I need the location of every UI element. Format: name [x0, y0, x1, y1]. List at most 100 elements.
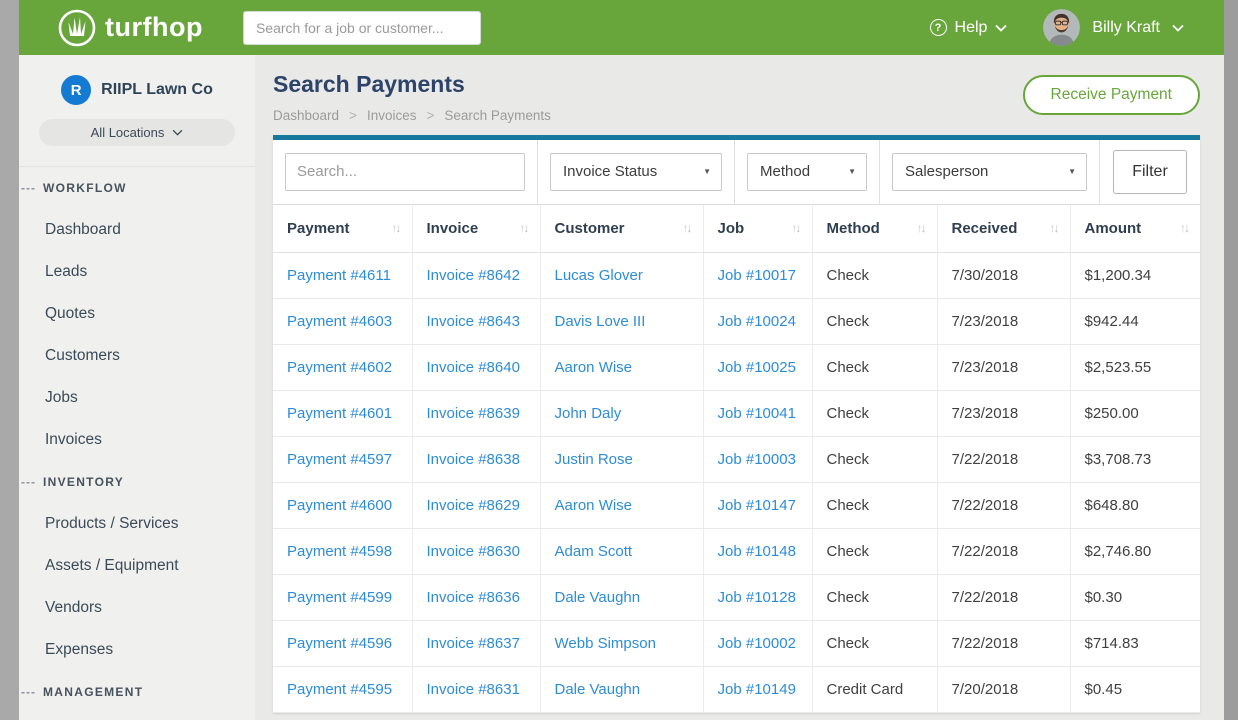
customer-link[interactable]: Lucas Glover: [555, 267, 643, 284]
sidebar-item-assets-equipment[interactable]: Assets / Equipment: [19, 545, 255, 587]
job-link[interactable]: Job #10149: [718, 681, 796, 698]
breadcrumb-item-dashboard[interactable]: Dashboard: [273, 108, 339, 123]
received-cell: 7/22/2018: [937, 621, 1070, 667]
customer-link[interactable]: Davis Love III: [555, 313, 646, 330]
sort-down-arrow-icon: ↓: [1054, 221, 1058, 235]
invoice-link[interactable]: Invoice #8640: [427, 359, 520, 376]
sort-icon[interactable]: ↑↓: [1180, 221, 1188, 235]
sort-down-arrow-icon: ↓: [396, 221, 400, 235]
filter-button[interactable]: Filter: [1113, 150, 1187, 194]
job-link[interactable]: Job #10002: [718, 635, 796, 652]
sort-icon[interactable]: ↑↓: [520, 221, 528, 235]
sort-icon[interactable]: ↑↓: [917, 221, 925, 235]
sort-icon[interactable]: ↑↓: [392, 221, 400, 235]
invoice-link[interactable]: Invoice #8631: [427, 681, 520, 698]
payment-cell: Payment #4602: [273, 345, 412, 391]
invoice-link[interactable]: Invoice #8629: [427, 497, 520, 514]
sidebar-section-management: ---MANAGEMENT: [19, 671, 255, 713]
invoice-status-select[interactable]: Invoice Status ▼: [550, 153, 722, 191]
sort-down-arrow-icon: ↓: [921, 221, 925, 235]
amount-cell: $0.30: [1070, 575, 1200, 621]
job-link[interactable]: Job #10148: [718, 543, 796, 560]
invoice-link[interactable]: Invoice #8639: [427, 405, 520, 422]
payment-link[interactable]: Payment #4595: [287, 681, 392, 698]
payment-link[interactable]: Payment #4598: [287, 543, 392, 560]
customer-link[interactable]: Aaron Wise: [555, 497, 633, 514]
customer-link[interactable]: John Daly: [555, 405, 622, 422]
sidebar-item-invoices[interactable]: Invoices: [19, 419, 255, 461]
user-menu[interactable]: Billy Kraft: [1043, 9, 1184, 46]
job-cell: Job #10128: [703, 575, 812, 621]
company-row: R RIIPL Lawn Co: [19, 75, 255, 105]
sidebar-item-vendors[interactable]: Vendors: [19, 587, 255, 629]
invoice-link[interactable]: Invoice #8638: [427, 451, 520, 468]
salesperson-select[interactable]: Salesperson ▼: [892, 153, 1087, 191]
table-search-input[interactable]: [285, 153, 525, 191]
help-menu[interactable]: ? Help: [930, 19, 1008, 37]
page-title: Search Payments: [273, 71, 1023, 99]
sidebar-item-dashboard[interactable]: Dashboard: [19, 209, 255, 251]
received-cell: 7/22/2018: [937, 529, 1070, 575]
job-link[interactable]: Job #10017: [718, 267, 796, 284]
customer-link[interactable]: Webb Simpson: [555, 635, 656, 652]
customer-link[interactable]: Aaron Wise: [555, 359, 633, 376]
chevron-down-icon: [995, 24, 1007, 32]
job-cell: Job #10041: [703, 391, 812, 437]
job-link[interactable]: Job #10024: [718, 313, 796, 330]
job-cell: Job #10148: [703, 529, 812, 575]
job-cell: Job #10149: [703, 667, 812, 713]
payment-link[interactable]: Payment #4596: [287, 635, 392, 652]
sort-icon[interactable]: ↑↓: [792, 221, 800, 235]
receive-payment-button[interactable]: Receive Payment: [1023, 75, 1200, 115]
sidebar-item-leads[interactable]: Leads: [19, 251, 255, 293]
company-logo-icon: R: [61, 75, 91, 105]
method-select[interactable]: Method ▼: [747, 153, 867, 191]
breadcrumb-item-invoices[interactable]: Invoices: [367, 108, 417, 123]
sidebar-item-jobs[interactable]: Jobs: [19, 377, 255, 419]
sort-icon[interactable]: ↑↓: [683, 221, 691, 235]
global-search-input[interactable]: [243, 11, 481, 45]
customer-cell: Davis Love III: [540, 299, 703, 345]
table-row: Payment #4598 Invoice #8630 Adam Scott Job …: [273, 529, 1200, 575]
brand-logo[interactable]: turfhop: [57, 8, 203, 48]
invoice-link[interactable]: Invoice #8642: [427, 267, 520, 284]
customer-link[interactable]: Dale Vaughn: [555, 589, 641, 606]
job-link[interactable]: Job #10025: [718, 359, 796, 376]
table-row: Payment #4596 Invoice #8637 Webb Simpson Jo…: [273, 621, 1200, 667]
invoice-link[interactable]: Invoice #8636: [427, 589, 520, 606]
filter-method-cell: Method ▼: [735, 140, 880, 204]
payments-card: Invoice Status ▼ Method ▼: [273, 135, 1200, 714]
sort-icon[interactable]: ↑↓: [1050, 221, 1058, 235]
customer-link[interactable]: Justin Rose: [555, 451, 633, 468]
invoice-cell: Invoice #8629: [412, 483, 540, 529]
invoice-link[interactable]: Invoice #8637: [427, 635, 520, 652]
table-row: Payment #4595 Invoice #8631 Dale Vaughn Job…: [273, 667, 1200, 713]
payment-link[interactable]: Payment #4601: [287, 405, 392, 422]
column-header-job: Job↑↓: [703, 205, 812, 253]
customer-cell: John Daly: [540, 391, 703, 437]
location-selector[interactable]: All Locations: [39, 119, 235, 146]
invoice-link[interactable]: Invoice #8630: [427, 543, 520, 560]
amount-cell: $2,746.80: [1070, 529, 1200, 575]
payment-link[interactable]: Payment #4599: [287, 589, 392, 606]
invoice-link[interactable]: Invoice #8643: [427, 313, 520, 330]
payment-link[interactable]: Payment #4603: [287, 313, 392, 330]
sidebar-item-quotes[interactable]: Quotes: [19, 293, 255, 335]
sidebar-item-customers[interactable]: Customers: [19, 335, 255, 377]
job-link[interactable]: Job #10003: [718, 451, 796, 468]
sidebar-item-products-services[interactable]: Products / Services: [19, 503, 255, 545]
method-cell: Check: [812, 437, 937, 483]
job-link[interactable]: Job #10128: [718, 589, 796, 606]
job-cell: Job #10025: [703, 345, 812, 391]
customer-link[interactable]: Adam Scott: [555, 543, 633, 560]
payment-link[interactable]: Payment #4597: [287, 451, 392, 468]
payment-link[interactable]: Payment #4611: [287, 267, 391, 284]
job-cell: Job #10003: [703, 437, 812, 483]
payment-link[interactable]: Payment #4600: [287, 497, 392, 514]
sidebar-item-expenses[interactable]: Expenses: [19, 629, 255, 671]
job-link[interactable]: Job #10041: [718, 405, 796, 422]
job-link[interactable]: Job #10147: [718, 497, 796, 514]
content-area: R RIIPL Lawn Co All Locations ---WORKFLO…: [19, 55, 1224, 720]
customer-link[interactable]: Dale Vaughn: [555, 681, 641, 698]
payment-link[interactable]: Payment #4602: [287, 359, 392, 376]
